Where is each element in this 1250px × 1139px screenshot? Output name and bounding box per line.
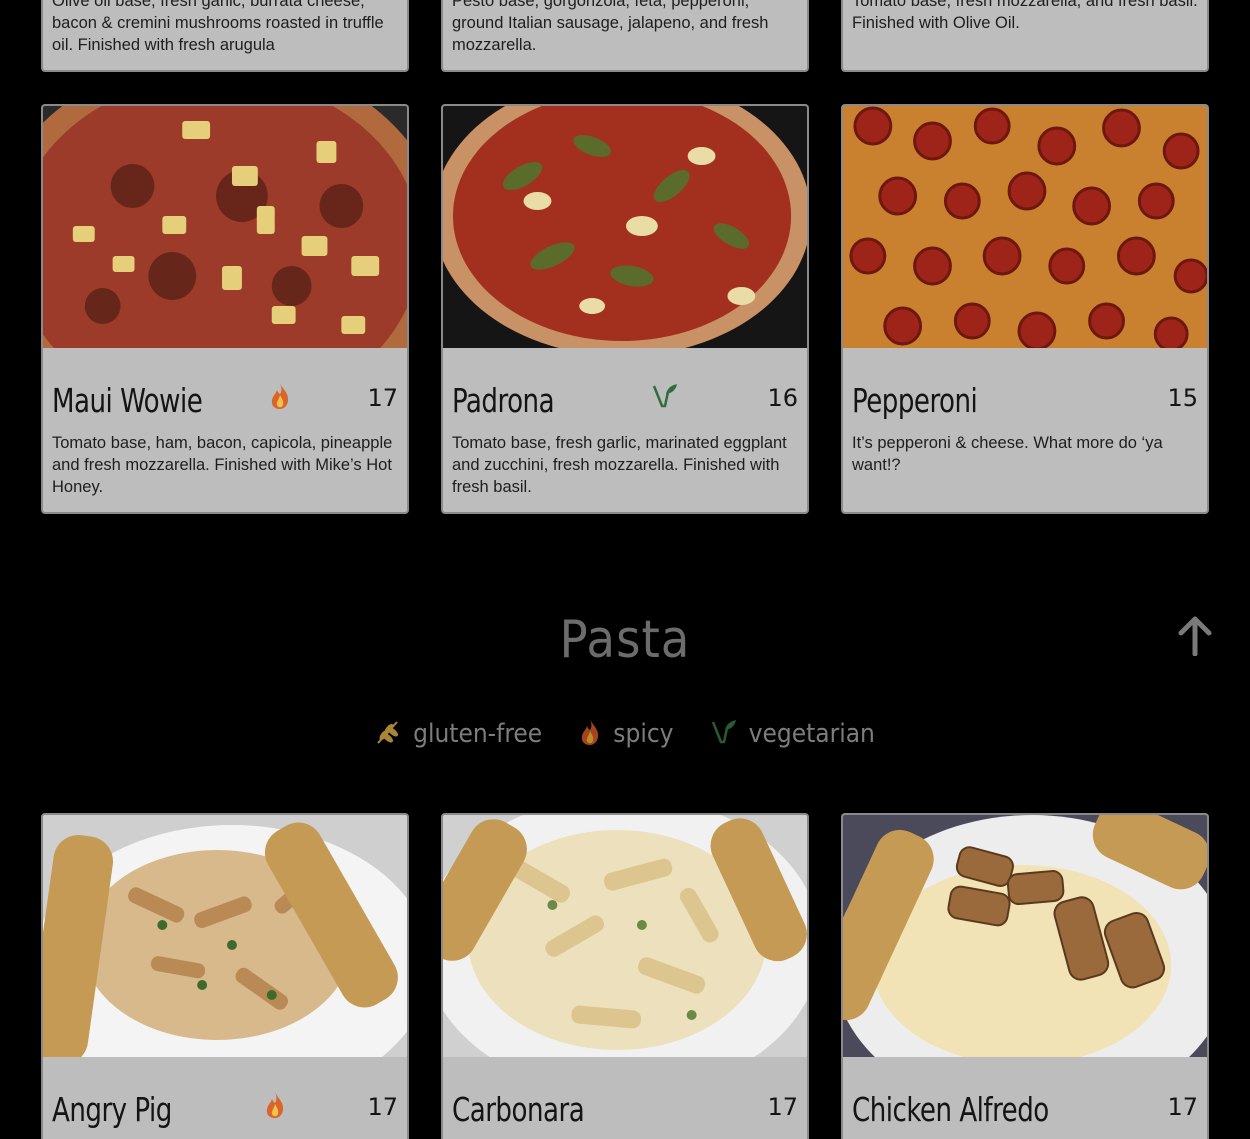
- card-description: Tomato base, fresh mozzarella, and fresh…: [852, 0, 1198, 32]
- gluten-free-icon: [375, 718, 401, 750]
- card-title: Padrona: [452, 382, 555, 421]
- legend-item-gluten-free: gluten-free: [375, 718, 542, 750]
- legend-label: spicy: [613, 719, 674, 749]
- menu-card: Angry Pig 17: [41, 813, 409, 1139]
- card-title: Carbonara: [452, 1091, 585, 1130]
- card-title: Chicken Alfredo: [852, 1091, 1049, 1130]
- legend-item-vegetarian: vegetarian: [711, 718, 875, 750]
- pizza-photo: [43, 106, 407, 348]
- legend-label: vegetarian: [748, 719, 875, 749]
- menu-card: Maui Wowie 17 Tomato base, ham, bacon, c…: [41, 104, 409, 514]
- card-price: 17: [1167, 1093, 1198, 1121]
- card-price: 17: [367, 1093, 398, 1121]
- menu-card: Pepperoni 15 It’s pepperoni & cheese. Wh…: [841, 104, 1209, 514]
- menu-card: Pesto base, gorgonzola, feta, pepperoni,…: [441, 0, 809, 72]
- card-header: Angry Pig 17: [52, 1091, 398, 1131]
- pizza-photo: [443, 106, 807, 348]
- legend-label: gluten-free: [413, 719, 543, 749]
- card-title: Maui Wowie: [52, 382, 203, 421]
- legend-item-spicy: spicy: [579, 718, 674, 750]
- scroll-to-top-button[interactable]: [1178, 616, 1212, 657]
- card-header: Maui Wowie 17: [52, 382, 398, 422]
- menu-card: Padrona 16 Tomato base, fresh garlic, ma…: [441, 104, 809, 514]
- menu-card: Olive oil base, fresh garlic, burrata ch…: [41, 0, 409, 72]
- card-price: 15: [1167, 384, 1198, 412]
- arrow-up-icon: [1178, 616, 1212, 657]
- card-title: Pepperoni: [852, 382, 978, 421]
- spicy-icon: [264, 1091, 286, 1123]
- pasta-photo: [443, 815, 807, 1057]
- vegetarian-icon: [652, 382, 678, 414]
- vegetarian-icon: [711, 718, 737, 750]
- pasta-photo: [43, 815, 407, 1057]
- card-description: It’s pepperoni & cheese. What more do ‘y…: [852, 434, 1163, 474]
- menu-card: Chicken Alfredo 17: [841, 813, 1209, 1139]
- menu-card: Tomato base, fresh mozzarella, and fresh…: [841, 0, 1209, 72]
- spicy-icon: [269, 382, 291, 414]
- pizza-photo: [843, 106, 1207, 348]
- card-price: 17: [367, 384, 398, 412]
- card-description: Pesto base, gorgonzola, feta, pepperoni,…: [452, 0, 769, 54]
- section-title: Pasta: [559, 610, 691, 670]
- card-header: Padrona 16: [452, 382, 798, 422]
- dietary-legend: gluten-free spicy vegetarian: [0, 718, 1250, 750]
- card-price: 16: [767, 384, 798, 412]
- pasta-photo: [843, 815, 1207, 1057]
- card-description: Tomato base, ham, bacon, capicola, pinea…: [52, 434, 393, 496]
- menu-card: Carbonara 17: [441, 813, 809, 1139]
- spicy-icon: [579, 718, 601, 750]
- card-header: Chicken Alfredo 17: [852, 1091, 1198, 1131]
- card-header: Carbonara 17: [452, 1091, 798, 1131]
- card-title: Angry Pig: [52, 1091, 172, 1130]
- card-description: Tomato base, fresh garlic, marinated egg…: [452, 434, 787, 496]
- card-description: Olive oil base, fresh garlic, burrata ch…: [52, 0, 384, 54]
- card-price: 17: [767, 1093, 798, 1121]
- card-header: Pepperoni 15: [852, 382, 1198, 422]
